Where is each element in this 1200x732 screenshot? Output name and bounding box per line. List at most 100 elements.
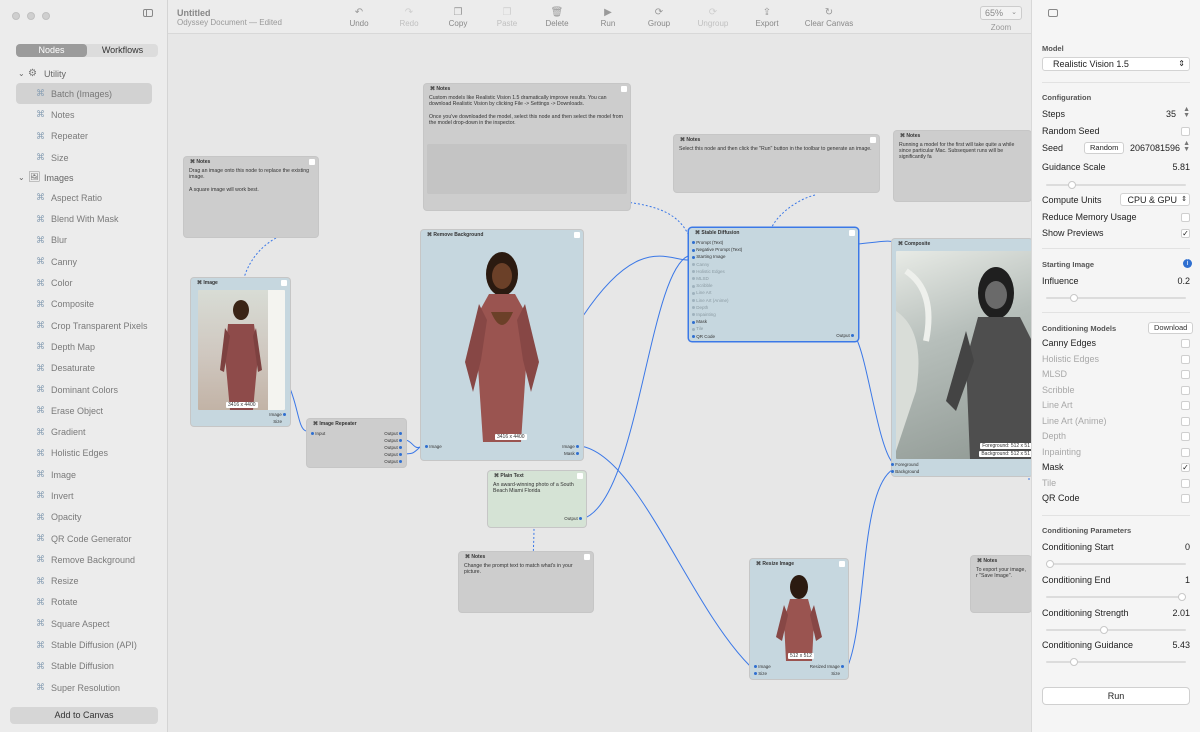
output-port-image[interactable]: Image xyxy=(269,412,286,417)
copy-button[interactable]: ❐ Copy xyxy=(433,7,483,28)
sidebar-item[interactable]: ⌘ Super Resolution xyxy=(0,677,168,698)
conditioning-model-checkbox[interactable] xyxy=(1181,478,1190,488)
clear-canvas-button[interactable]: ↻ Clear Canvas xyxy=(804,7,854,28)
slider-knob[interactable] xyxy=(1178,593,1186,601)
sidebar-item[interactable]: ⌘ Invert xyxy=(0,485,168,506)
output-port[interactable]: Output xyxy=(384,431,402,436)
redo-button[interactable]: ↷ Redo xyxy=(384,7,434,28)
plain-text-node[interactable]: ⌘ Plain Text An award-winning photo of a… xyxy=(488,471,586,527)
sidebar-item[interactable]: ⌘ Desaturate xyxy=(0,358,168,379)
notes-node[interactable]: ⌘ Notes Running a model for the first wi… xyxy=(894,131,1031,201)
conditioning-guidance-value[interactable]: 5.43 xyxy=(1172,638,1190,652)
sidebar-item[interactable]: ⌘ Crop Transparent Pixels xyxy=(0,315,168,336)
sidebar-item[interactable]: ⌘ Stable Diffusion xyxy=(0,656,168,677)
output-port-mask[interactable]: Mask xyxy=(564,451,579,456)
stable-diffusion-node[interactable]: ⌘ Stable Diffusion Prompt (Text) Negativ… xyxy=(689,228,858,341)
guidance-slider[interactable] xyxy=(1046,181,1186,189)
steps-field[interactable]: 35 xyxy=(1166,107,1176,121)
sidebar-item[interactable]: ⌘ Dominant Colors xyxy=(0,379,168,400)
group-images[interactable]: ⌄ 🖼 Images xyxy=(0,168,168,187)
compute-units-select[interactable]: CPU & GPU ⇕ xyxy=(1120,193,1190,206)
sidebar-item[interactable]: ⌘ Color xyxy=(0,272,168,293)
input-port[interactable]: Starting Image xyxy=(692,254,726,259)
sidebar-item[interactable]: ⌘ Aspect Ratio xyxy=(0,187,168,208)
sidebar-item[interactable]: ⌘ Image xyxy=(0,464,168,485)
steps-stepper[interactable]: ▲ ▼ xyxy=(1183,106,1190,119)
conditioning-model-checkbox[interactable] xyxy=(1181,432,1190,441)
conditioning-model-checkbox[interactable] xyxy=(1181,447,1190,457)
notes-node[interactable]: ⌘ Notes Drag an image onto this node to … xyxy=(184,157,318,237)
notes-node[interactable]: ⌘ Notes Custom models like Realistic Vis… xyxy=(424,84,630,210)
sidebar-item[interactable]: ⌘ Opacity xyxy=(0,507,168,528)
seed-field[interactable]: 2067081596 xyxy=(1130,141,1180,155)
tab-workflows[interactable]: Workflows xyxy=(87,44,158,57)
input-port[interactable]: Input xyxy=(311,431,325,436)
undo-button[interactable]: ↶ Undo xyxy=(334,7,384,28)
sidebar-item[interactable]: ⌘ Erase Object xyxy=(0,400,168,421)
conditioning-end-slider[interactable] xyxy=(1046,593,1186,601)
conditioning-model-checkbox[interactable] xyxy=(1181,370,1190,379)
slider-knob[interactable] xyxy=(1068,181,1076,189)
input-port[interactable]: Line Art xyxy=(692,290,712,295)
notes-node[interactable]: ⌘ Notes To export your image, r "Save Im… xyxy=(971,556,1031,612)
node-menu-button[interactable] xyxy=(309,159,315,165)
zoom-select[interactable]: 65% ⌄ xyxy=(980,6,1022,20)
export-button[interactable]: ⇪ Export xyxy=(742,7,792,28)
output-port-size[interactable]: Size xyxy=(831,671,840,676)
input-port[interactable]: MLSD xyxy=(692,276,709,281)
chevron-down-icon[interactable]: ⌄ xyxy=(18,69,28,78)
output-port[interactable]: Output xyxy=(384,445,402,450)
conditioning-model-checkbox[interactable] xyxy=(1181,354,1190,364)
output-port-image[interactable]: Image xyxy=(562,444,579,449)
conditioning-model-checkbox[interactable] xyxy=(1181,416,1190,426)
paste-button[interactable]: ❐ Paste xyxy=(482,7,532,28)
random-seed-checkbox[interactable] xyxy=(1181,127,1190,136)
sidebar-toggle-icon[interactable] xyxy=(143,9,153,17)
ungroup-button[interactable]: ⟳ Ungroup xyxy=(688,7,738,28)
input-port-image[interactable]: Image xyxy=(754,664,771,669)
input-port[interactable]: Inpainting xyxy=(692,312,716,317)
node-menu-button[interactable] xyxy=(849,230,855,236)
minimize-window-button[interactable] xyxy=(27,12,35,20)
conditioning-model-checkbox[interactable] xyxy=(1181,494,1190,503)
output-port-size[interactable]: Size xyxy=(273,419,282,424)
conditioning-strength-slider[interactable] xyxy=(1046,626,1186,634)
sidebar-item[interactable]: ⌘ Gradient xyxy=(0,421,168,442)
input-port[interactable]: Scribble xyxy=(692,283,713,288)
node-canvas[interactable]: ⌘ Notes Drag an image onto this node to … xyxy=(168,34,1031,732)
slider-knob[interactable] xyxy=(1100,626,1108,634)
slider-knob[interactable] xyxy=(1046,560,1054,568)
node-menu-button[interactable] xyxy=(839,561,845,567)
output-port[interactable]: Output xyxy=(384,452,402,457)
delete-button[interactable]: 🗑 Delete xyxy=(532,7,582,28)
sidebar-item[interactable]: ⌘ Blend With Mask xyxy=(0,208,168,229)
node-menu-button[interactable] xyxy=(584,554,590,560)
output-port[interactable]: Output xyxy=(384,459,402,464)
sidebar-item[interactable]: ⌘ Notes xyxy=(0,104,168,125)
sidebar-item[interactable]: ⌘ Size xyxy=(0,147,168,168)
sidebar-item[interactable]: ⌘ Depth Map xyxy=(0,336,168,357)
composite-node[interactable]: ⌘ Composite Foreground: 512 x 51 Backgro… xyxy=(891,239,1031,476)
notes-node[interactable]: ⌘ Notes Select this node and then click … xyxy=(674,135,879,192)
conditioning-start-value[interactable]: 0 xyxy=(1185,540,1190,554)
close-window-button[interactable] xyxy=(12,12,20,20)
node-menu-button[interactable] xyxy=(577,473,583,479)
input-port[interactable]: QR Code xyxy=(692,334,715,339)
image-repeater-node[interactable]: ⌘ Image Repeater Input Output Output Out… xyxy=(307,419,406,467)
image-node[interactable]: ⌘ Image 3416 x 4400 Image Size xyxy=(191,278,290,426)
sidebar-item[interactable]: ⌘ Stable Diffusion (API) xyxy=(0,634,168,655)
input-port[interactable]: Canny xyxy=(692,262,709,267)
reduce-memory-checkbox[interactable] xyxy=(1181,213,1190,222)
random-seed-button[interactable]: Random xyxy=(1084,142,1125,154)
remove-background-node[interactable]: ⌘ Remove Background 3416 x 4400 Image Im… xyxy=(421,230,583,460)
node-menu-button[interactable] xyxy=(621,86,627,92)
input-port[interactable]: Line Art (Anime) xyxy=(692,298,729,303)
conditioning-model-checkbox[interactable] xyxy=(1181,401,1190,410)
input-port-image[interactable]: Image xyxy=(425,444,442,449)
influence-value[interactable]: 0.2 xyxy=(1177,274,1190,288)
sidebar-item[interactable]: ⌘ Remove Background xyxy=(0,549,168,570)
input-port[interactable]: Negative Prompt (Text) xyxy=(692,247,742,252)
input-port-foreground[interactable]: Foreground xyxy=(891,462,919,467)
sidebar-item[interactable]: ⌘ Canny xyxy=(0,251,168,272)
input-port[interactable]: Holistic Edges xyxy=(692,269,725,274)
